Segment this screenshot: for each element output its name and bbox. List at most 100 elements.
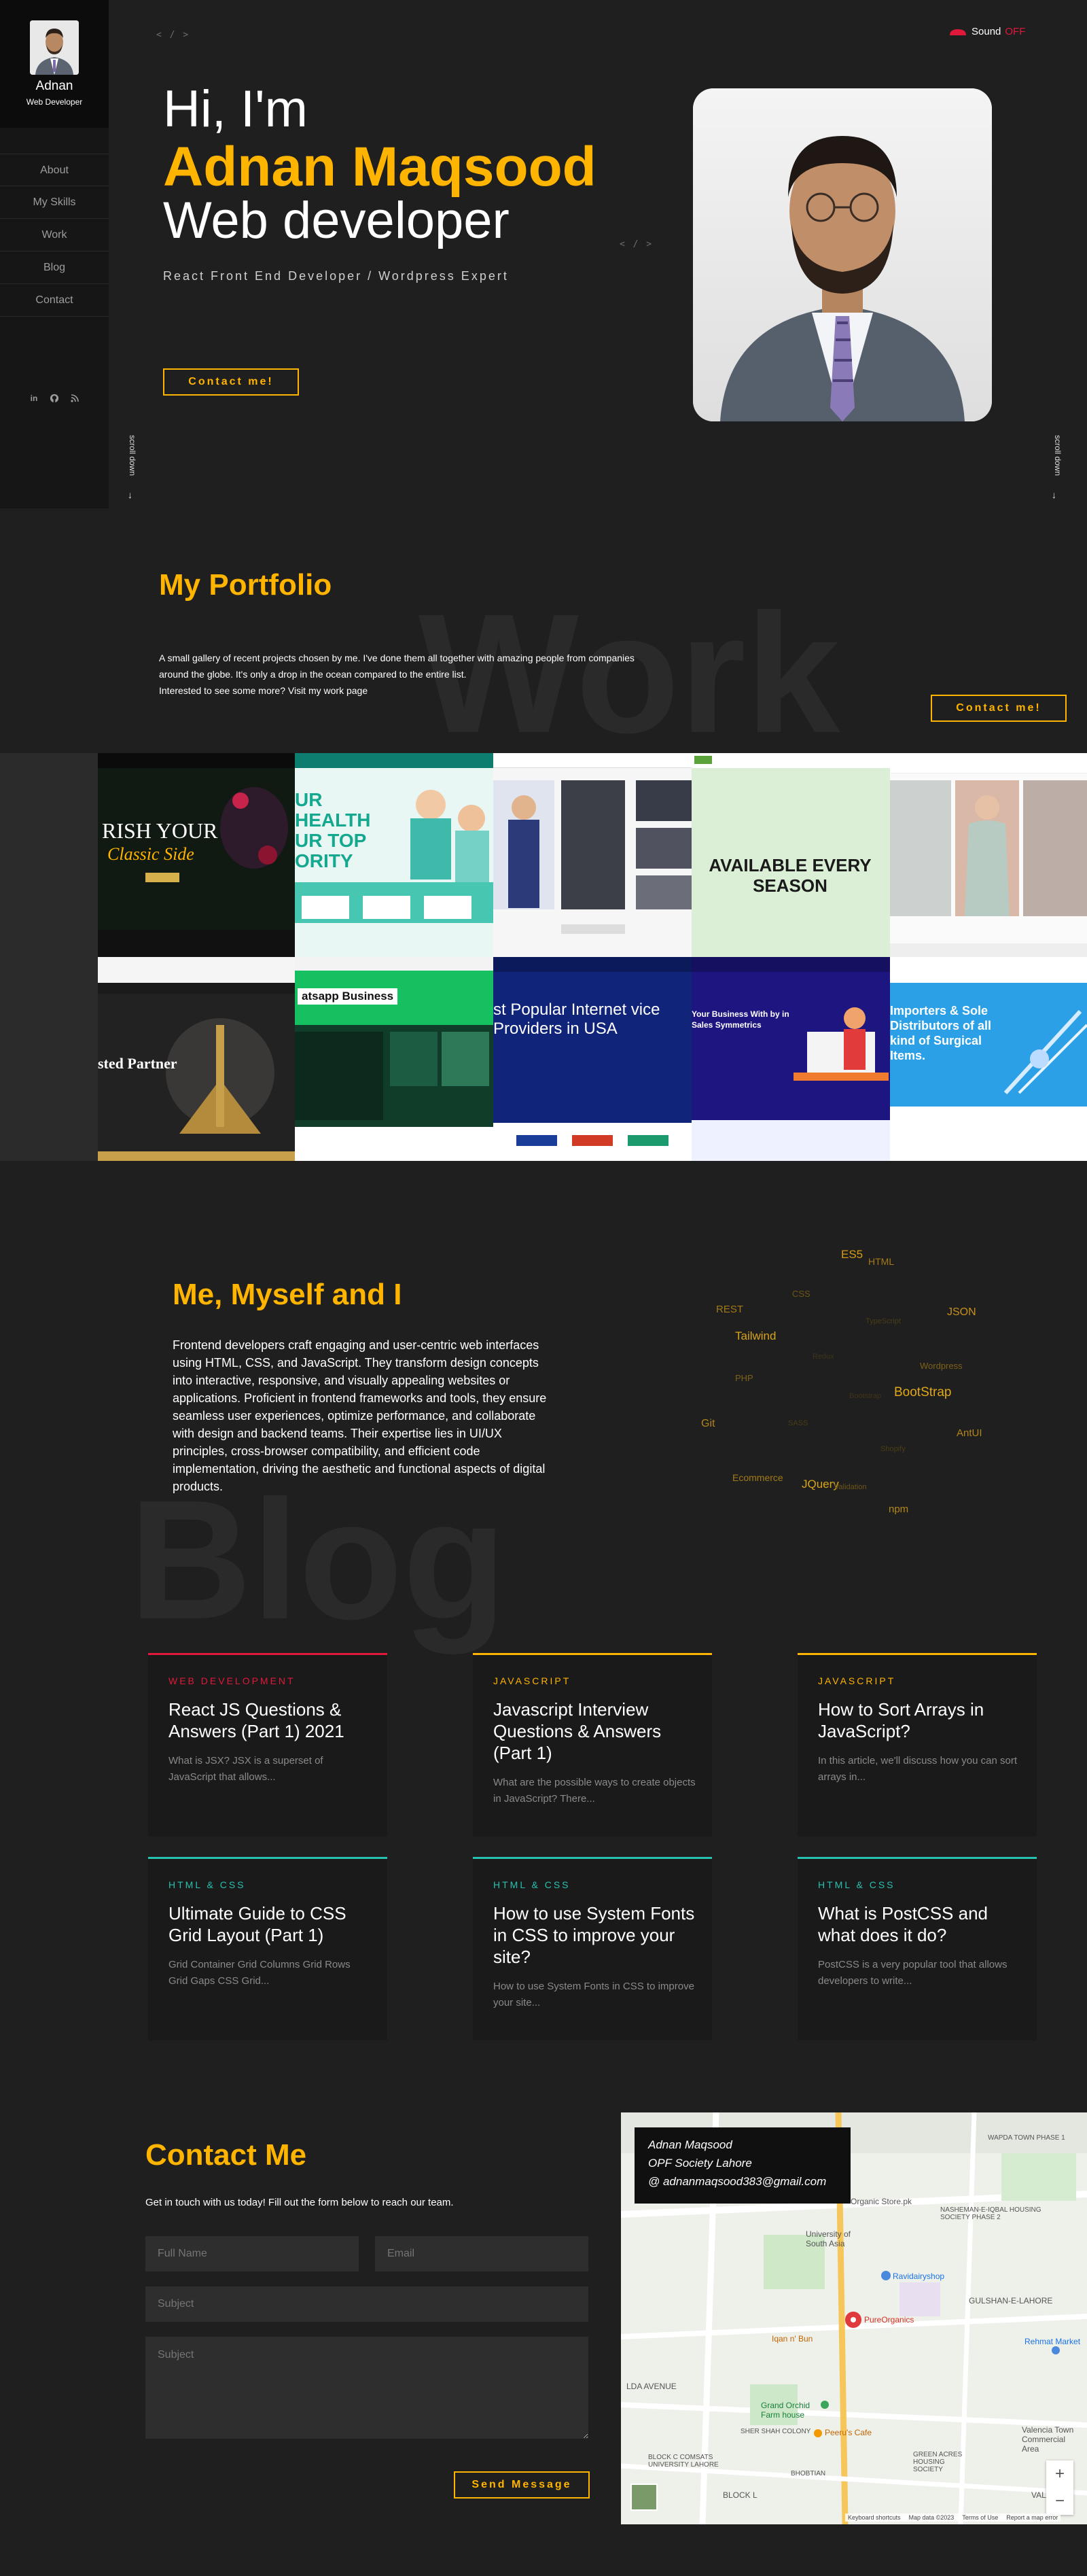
map-satellite-thumbnail[interactable]	[630, 2484, 658, 2511]
portfolio-tile[interactable]: UR HEALTH UR TOP ORITY	[295, 753, 493, 957]
map[interactable]: Organic Store.pk University of South Asi…	[621, 2112, 1087, 2524]
skill-tag: Shopify	[880, 1445, 906, 1453]
portfolio-gallery: RISH YOUR Classic Side UR HEALTH UR TOP …	[0, 753, 1087, 1161]
map-label: Organic Store.pk	[851, 2197, 912, 2206]
portfolio-contact-button[interactable]: Contact me!	[931, 695, 1067, 722]
map-card-email: @ adnanmaqsood383@gmail.com	[648, 2175, 827, 2188]
portfolio-tile[interactable]: Your Business With by in Sales Symmetric…	[692, 957, 890, 1161]
linkedin-icon[interactable]: in	[29, 393, 39, 404]
tile-title: AVAILABLE EVERY SEASON	[709, 855, 872, 896]
blog-title[interactable]: What is PostCSS and what does it do?	[818, 1902, 1022, 1946]
map-label: LDA AVENUE	[626, 2382, 677, 2391]
blog-excerpt: Grid Container Grid Columns Grid Rows Gr…	[168, 1959, 351, 1987]
avatar	[30, 20, 79, 75]
blog-excerpt: In this article, we'll discuss how you c…	[818, 1755, 1017, 1783]
blog-category: HTML & CSS	[168, 1879, 246, 1890]
map-label: BLOCK L	[723, 2490, 758, 2500]
message-textarea[interactable]	[145, 2337, 588, 2439]
blog-category: JAVASCRIPT	[818, 1675, 896, 1686]
map-footer-text: Map data ©2023	[908, 2514, 955, 2521]
blog-card[interactable]: JAVASCRIPT Javascript Interview Question…	[473, 1653, 712, 1837]
map-label: University of South Asia	[806, 2229, 851, 2248]
portfolio-tile[interactable]: atsapp Business	[295, 957, 493, 1161]
portfolio-tile[interactable]: AVAILABLE EVERY SEASON	[692, 753, 890, 957]
portfolio-tile[interactable]: Importers & Sole Distributors of all kin…	[890, 957, 1087, 1161]
nav-item-about[interactable]: About	[0, 154, 109, 186]
scroll-down-label-right[interactable]: scroll down	[1049, 435, 1063, 476]
nav-item-blog[interactable]: Blog	[0, 251, 109, 284]
sidebar-profile: Adnan Web Developer	[0, 0, 109, 128]
zoom-out-button[interactable]: −	[1046, 2488, 1073, 2515]
sidebar: Adnan Web Developer About My Skills Work…	[0, 0, 137, 508]
portfolio-tile[interactable]: st Popular Internet vice Providers in US…	[493, 957, 692, 1161]
sidebar-name: Adnan	[35, 79, 73, 93]
blog-card[interactable]: HTML & CSS Ultimate Guide to CSS Grid La…	[148, 1857, 387, 2040]
about-title: Me, Myself and I	[173, 1278, 402, 1311]
sidebar-role: Web Developer	[26, 97, 83, 107]
zoom-in-button[interactable]: +	[1046, 2460, 1073, 2488]
map-zoom-controls: + −	[1046, 2460, 1073, 2515]
blog-category: HTML & CSS	[493, 1879, 571, 1890]
scroll-down-label[interactable]: scroll down	[124, 435, 137, 476]
map-footer-link[interactable]: Terms of Use	[962, 2514, 998, 2521]
tile-title: st Popular Internet vice Providers in US…	[493, 1000, 660, 1038]
contact-title: Contact Me	[145, 2138, 307, 2172]
tile-title: Importers & Sole Distributors of all kin…	[890, 1004, 992, 1062]
nav-item-skills[interactable]: My Skills	[0, 186, 109, 219]
blog-title[interactable]: How to Sort Arrays in JavaScript?	[818, 1699, 1022, 1742]
hero-subtitle: React Front End Developer / Wordpress Ex…	[163, 269, 509, 283]
blog-excerpt: PostCSS is a very popular tool that allo…	[818, 1959, 1008, 1987]
map-label: BHOBTIAN	[791, 2470, 826, 2477]
portfolio-tile[interactable]: RISH YOUR Classic Side	[98, 753, 295, 957]
blog-card[interactable]: HTML & CSS What is PostCSS and what does…	[798, 1857, 1037, 2040]
hero-name: Adnan Maqsood	[163, 136, 596, 198]
portfolio-tile[interactable]: sted Partner	[98, 957, 295, 1161]
map-footer-link[interactable]: Keyboard shortcuts	[848, 2514, 901, 2521]
nav-item-contact[interactable]: Contact	[0, 284, 109, 317]
blog-category: WEB DEVELOPMENT	[168, 1675, 296, 1686]
full-name-input[interactable]	[145, 2236, 359, 2272]
map-label: Rehmat Market	[1024, 2337, 1081, 2346]
blog-title[interactable]: Javascript Interview Questions & Answers…	[493, 1699, 697, 1764]
blog-category: JAVASCRIPT	[493, 1675, 571, 1686]
hero-photo	[693, 88, 992, 421]
send-message-button[interactable]: Send Message	[454, 2471, 590, 2499]
portfolio-tile[interactable]	[890, 753, 1087, 957]
hero-role: Web developer	[163, 192, 510, 249]
rss-icon[interactable]	[69, 393, 80, 404]
skill-tag: SASS	[788, 1419, 808, 1427]
code-tag: < / >	[156, 30, 190, 40]
skill-tag: Tailwind	[735, 1329, 777, 1342]
map-label: SHER SHAH COLONY	[741, 2428, 811, 2435]
map-label: Iqan n' Bun	[772, 2334, 813, 2344]
skill-tag: REST	[716, 1304, 744, 1315]
subject-input[interactable]	[145, 2286, 588, 2322]
blog-title[interactable]: Ultimate Guide to CSS Grid Layout (Part …	[168, 1902, 372, 1946]
map-label: BLOCK C COMSATS UNIVERSITY LAHORE	[648, 2454, 719, 2469]
blog-card[interactable]: HTML & CSS How to use System Fonts in CS…	[473, 1857, 712, 2040]
map-label: GREEN ACRES HOUSING SOCIETY	[913, 2451, 963, 2473]
skill-tag: AntUI	[957, 1427, 982, 1439]
email-input[interactable]	[375, 2236, 588, 2272]
github-icon[interactable]	[49, 393, 60, 404]
tile-title: UR HEALTH UR TOP ORITY	[295, 789, 371, 871]
hero-greeting: Hi, I'm	[163, 80, 308, 138]
blog-title[interactable]: How to use System Fonts in CSS to improv…	[493, 1902, 697, 1968]
sound-toggle[interactable]: Sound OFF	[948, 26, 1025, 37]
blog-card[interactable]: WEB DEVELOPMENT React JS Questions & Ans…	[148, 1653, 387, 1837]
portfolio-desc-line: around the globe. It's only a drop in th…	[159, 669, 467, 680]
nav-item-work[interactable]: Work	[0, 219, 109, 251]
blog-title[interactable]: React JS Questions & Answers (Part 1) 20…	[168, 1699, 372, 1742]
map-footer-link[interactable]: Report a map error	[1006, 2514, 1058, 2521]
skill-tag: CSS	[792, 1289, 810, 1299]
hero-contact-button[interactable]: Contact me!	[163, 368, 299, 396]
map-label: Valencia Town Commercial Area	[1022, 2425, 1074, 2454]
skill-tag: HTML	[868, 1256, 895, 1267]
skill-tag: Wordpress	[920, 1361, 963, 1371]
skill-tag: npm	[889, 1503, 909, 1515]
tile-title: atsapp Business	[298, 988, 398, 1005]
contact-intro: Get in touch with us today! Fill out the…	[145, 2197, 454, 2208]
tile-subtitle: Classic Side	[107, 844, 194, 864]
blog-card[interactable]: JAVASCRIPT How to Sort Arrays in JavaScr…	[798, 1653, 1037, 1837]
portfolio-tile[interactable]	[493, 753, 692, 957]
